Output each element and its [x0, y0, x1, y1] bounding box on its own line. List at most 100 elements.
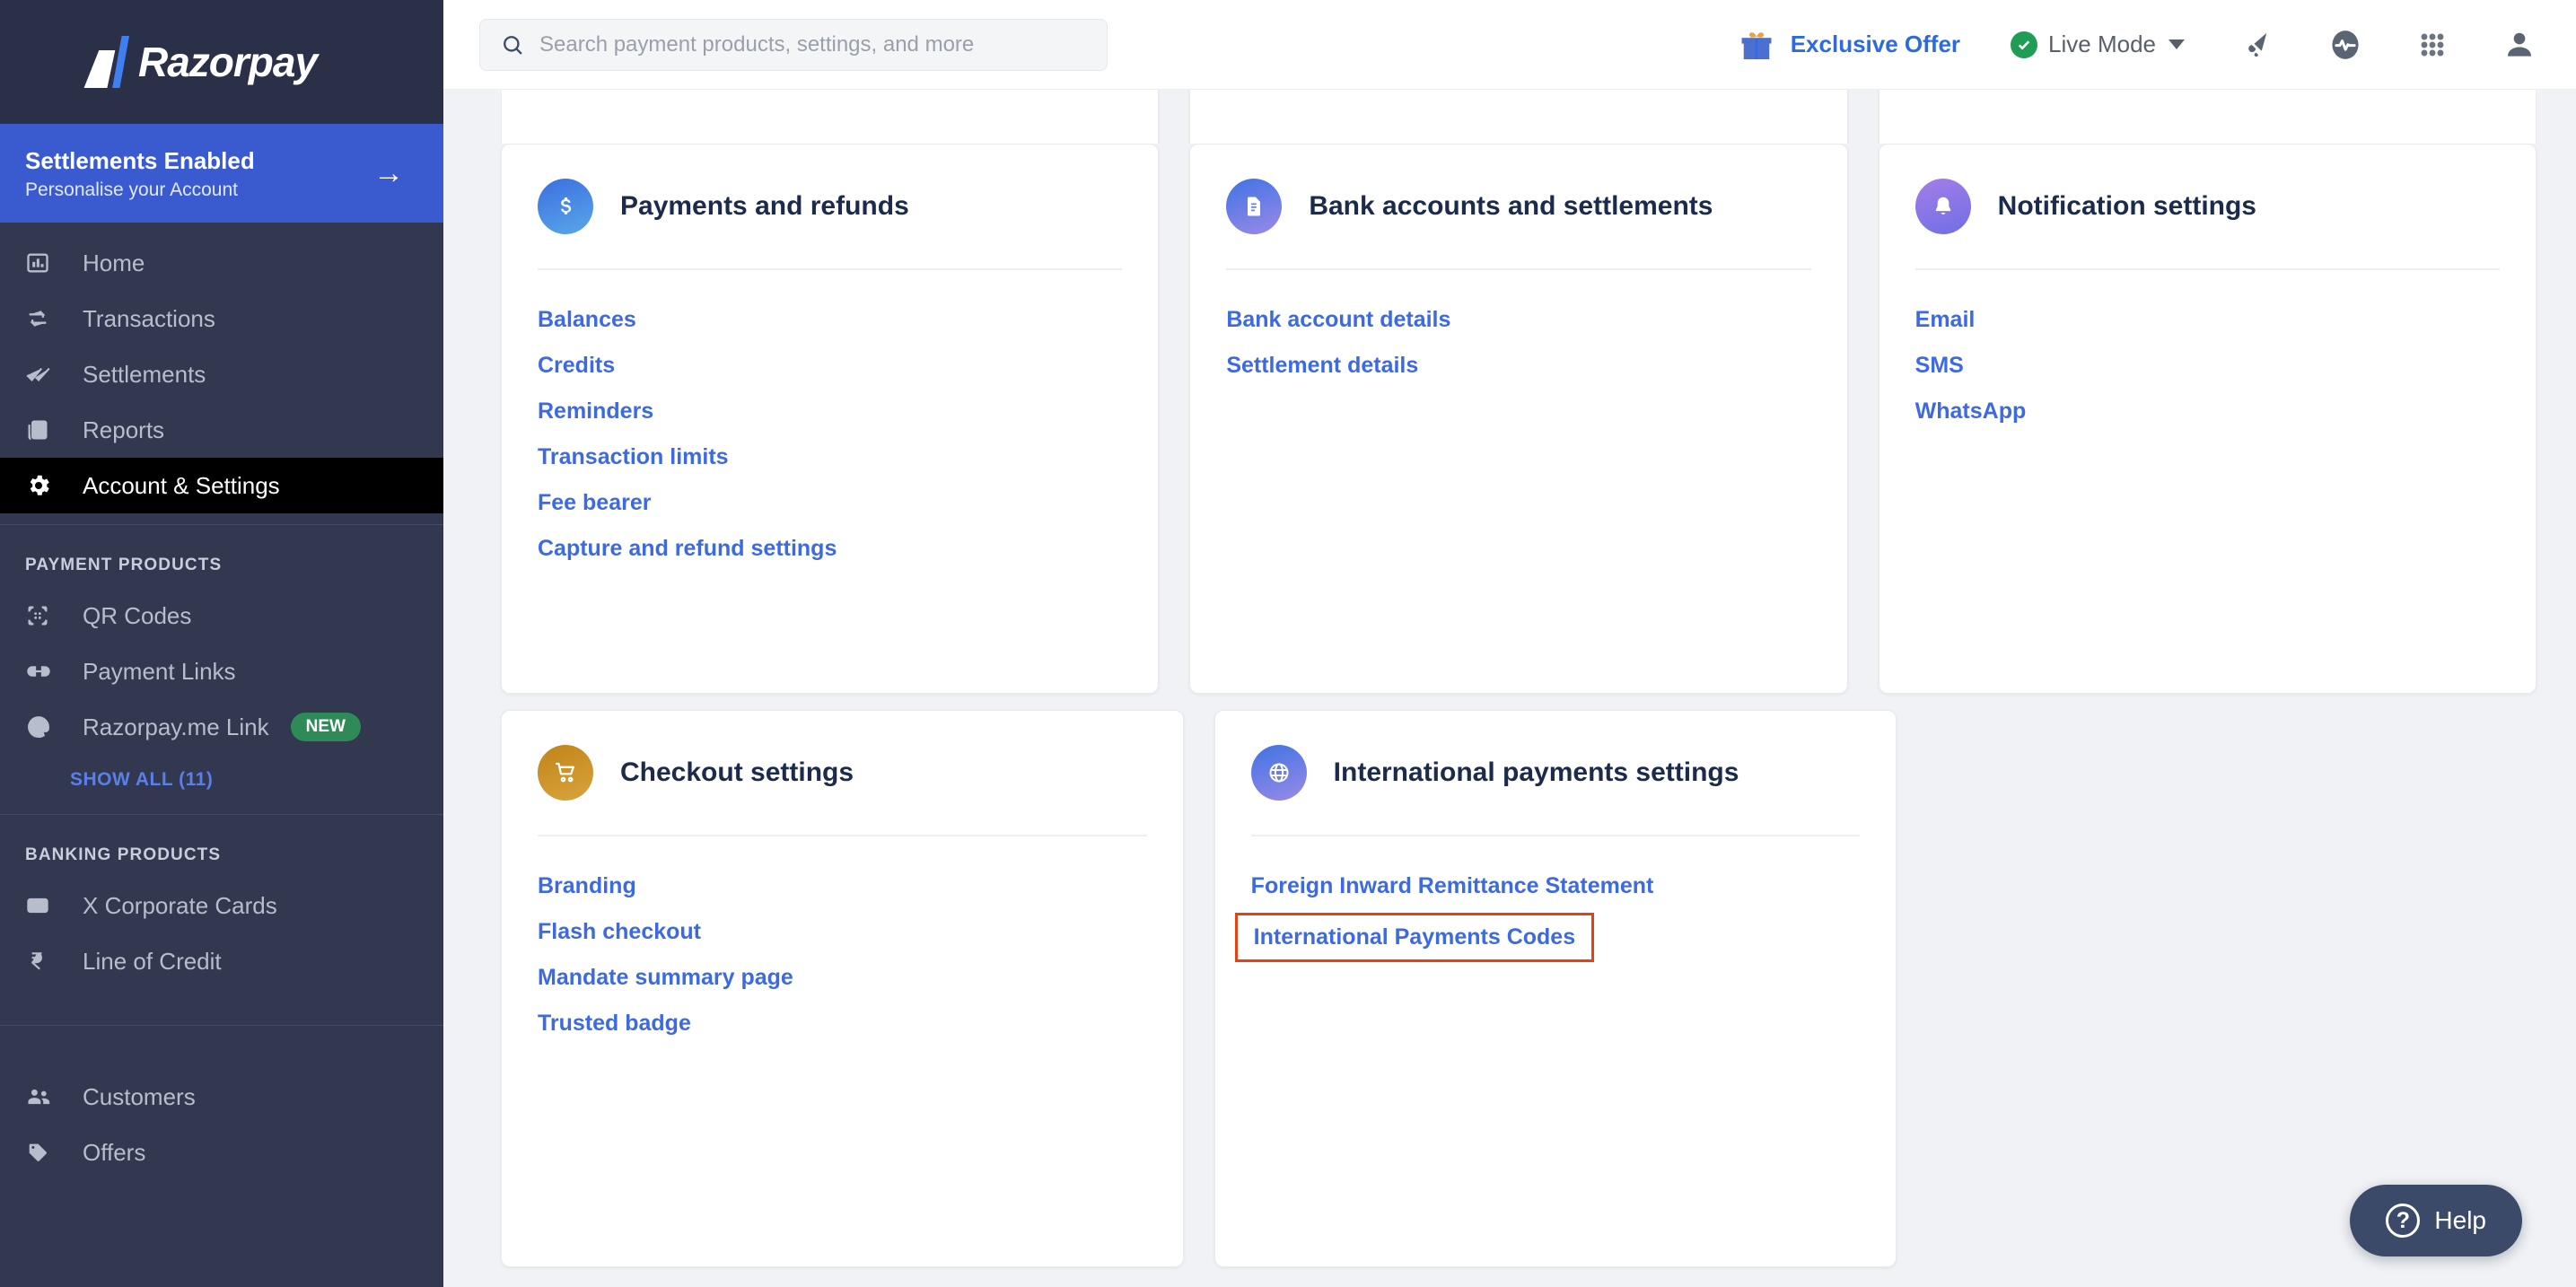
sidebar-item-label: Customers	[83, 1082, 196, 1110]
rupee-icon	[25, 947, 63, 976]
sidebar-item-label: Line of Credit	[83, 947, 222, 975]
sidebar-item-label: Razorpay.me Link	[83, 713, 269, 740]
sidebar-item-customers[interactable]: Customers	[0, 1069, 443, 1125]
card-links: Branding Flash checkout Mandate summary …	[538, 836, 1147, 1046]
sidebar-item-qr-codes[interactable]: QR Codes	[0, 588, 443, 644]
activity-pulse-icon[interactable]	[2328, 28, 2362, 62]
exclusive-offer-label: Exclusive Offer	[1790, 31, 1961, 57]
transfer-icon	[25, 304, 63, 333]
card-header: Checkout settings	[538, 711, 1147, 801]
link-credits[interactable]: Credits	[538, 343, 615, 389]
link-capture-and-refund-settings[interactable]: Capture and refund settings	[538, 526, 837, 572]
gear-icon	[25, 471, 63, 500]
sidebar-item-account-and-settings[interactable]: Account & Settings	[0, 458, 443, 513]
settlements-banner-subtitle: Personalise your Account	[25, 179, 238, 201]
sidebar-item-offers[interactable]: Offers	[0, 1125, 443, 1180]
chevron-down-icon[interactable]	[2169, 39, 2185, 49]
card-title: Payments and refunds	[620, 191, 909, 221]
card-links: Balances Credits Reminders Transaction l…	[538, 270, 1122, 572]
status-badge-new: NEW	[290, 713, 361, 741]
cards-row-2: Checkout settings Branding Flash checkou…	[501, 710, 2537, 1267]
razorpay-logo[interactable]: Razorpay	[83, 36, 318, 88]
sidebar-section-payment-products: PAYMENT PRODUCTS	[25, 556, 223, 574]
link-reminders[interactable]: Reminders	[538, 389, 653, 434]
sidebar-item-line-of-credit[interactable]: Line of Credit	[0, 933, 443, 989]
arrow-right-icon[interactable]: →	[373, 158, 404, 188]
search-input[interactable]	[539, 31, 1087, 57]
primary-nav: Home Transactions Settlements Reports Ac…	[0, 223, 443, 524]
bell-icon	[1914, 179, 1971, 234]
sidebar-item-settlements[interactable]: Settlements	[0, 346, 443, 402]
link-sms[interactable]: SMS	[1915, 343, 1964, 389]
sidebar-item-label: Offers	[83, 1138, 146, 1166]
help-label: Help	[2434, 1206, 2486, 1234]
settlements-banner[interactable]: Settlements Enabled Personalise your Acc…	[0, 124, 443, 223]
sidebar-item-reports[interactable]: Reports	[0, 402, 443, 458]
apps-grid-icon[interactable]	[2416, 29, 2449, 61]
announcement-icon[interactable]	[2240, 28, 2274, 62]
check-circle-icon	[2011, 31, 2038, 58]
sidebar-item-label: Transactions	[83, 304, 215, 332]
sidebar-item-label: QR Codes	[83, 601, 192, 629]
link-foreign-inward-remittance-statement[interactable]: Foreign Inward Remittance Statement	[1251, 863, 1654, 909]
link-flash-checkout[interactable]: Flash checkout	[538, 909, 701, 955]
link-transaction-limits[interactable]: Transaction limits	[538, 434, 729, 480]
card-bank-accounts-and-settlements: Bank accounts and settlements Bank accou…	[1189, 144, 1848, 694]
logo-area: Razorpay	[0, 0, 443, 124]
sidebar-item-razorpay-me-link[interactable]: Razorpay.me Link NEW	[0, 699, 443, 755]
card-notification-settings: Notification settings Email SMS WhatsApp	[1878, 144, 2537, 694]
link-bank-account-details[interactable]: Bank account details	[1226, 297, 1450, 343]
at-sign-icon	[25, 713, 63, 741]
profile-icon[interactable]	[2502, 28, 2537, 62]
app-root: Razorpay Settlements Enabled Personalise…	[0, 0, 2576, 1287]
link-balances[interactable]: Balances	[538, 297, 636, 343]
live-mode-label: Live Mode	[2048, 31, 2156, 57]
sidebar-item-label: Home	[83, 249, 145, 276]
card-title: Checkout settings	[620, 757, 854, 787]
sidebar-item-transactions[interactable]: Transactions	[0, 291, 443, 346]
sidebar-item-label: Reports	[83, 416, 165, 443]
card-payments-and-refunds: Payments and refunds Balances Credits Re…	[501, 144, 1160, 694]
settings-content: Payments and refunds Balances Credits Re…	[443, 90, 2576, 1287]
top-bar-right: Exclusive Offer Live Mode	[1737, 27, 2537, 63]
card-title: International payments settings	[1333, 757, 1739, 787]
sidebar-item-x-corporate-cards[interactable]: X Corporate Cards	[0, 878, 443, 933]
card-title: Bank accounts and settlements	[1309, 191, 1713, 221]
search-container[interactable]	[479, 18, 1108, 71]
card-partial	[1878, 90, 2537, 144]
sidebar-item-payment-links[interactable]: Payment Links	[0, 644, 443, 699]
exclusive-offer-button[interactable]: Exclusive Offer	[1737, 27, 1960, 63]
card-header: International payments settings	[1250, 711, 1861, 801]
document-icon	[1226, 179, 1283, 234]
card-links: Email SMS WhatsApp	[1915, 270, 2500, 434]
sidebar-section-banking-products: BANKING PRODUCTS	[25, 845, 222, 864]
help-button[interactable]: ? Help	[2350, 1185, 2522, 1256]
sidebar-item-label: Settlements	[83, 360, 206, 388]
bar-chart-icon	[25, 249, 63, 277]
sidebar: Razorpay Settlements Enabled Personalise…	[0, 0, 443, 1287]
link-mandate-summary-page[interactable]: Mandate summary page	[538, 955, 793, 1001]
shopping-cart-icon	[538, 745, 593, 801]
link-email[interactable]: Email	[1915, 297, 1976, 343]
card-links: Foreign Inward Remittance Statement Inte…	[1234, 836, 1861, 962]
cards-row-cut	[501, 90, 2537, 144]
cards-row-1: Payments and refunds Balances Credits Re…	[501, 144, 2537, 694]
card-header: Notification settings	[1914, 144, 2500, 234]
sidebar-item-label: Payment Links	[83, 657, 236, 685]
link-branding[interactable]: Branding	[538, 863, 636, 909]
card-partial	[501, 90, 1160, 144]
link-whatsapp[interactable]: WhatsApp	[1915, 389, 2027, 434]
card-links: Bank account details Settlement details	[1226, 270, 1810, 389]
link-international-payments-codes[interactable]: International Payments Codes	[1234, 913, 1595, 962]
report-icon	[25, 416, 63, 444]
show-all-payment-products-button[interactable]: SHOW ALL (11)	[0, 755, 443, 814]
main-area: Exclusive Offer Live Mode	[443, 0, 2576, 1287]
live-mode-selector[interactable]: Live Mode	[2011, 31, 2185, 58]
brand-name: Razorpay	[138, 39, 318, 85]
link-trusted-badge[interactable]: Trusted badge	[538, 1001, 691, 1046]
razorpay-mark-icon	[83, 36, 133, 88]
sidebar-item-home[interactable]: Home	[0, 235, 443, 291]
sidebar-item-label: X Corporate Cards	[83, 891, 277, 919]
link-settlement-details[interactable]: Settlement details	[1226, 343, 1418, 389]
link-fee-bearer[interactable]: Fee bearer	[538, 480, 651, 526]
